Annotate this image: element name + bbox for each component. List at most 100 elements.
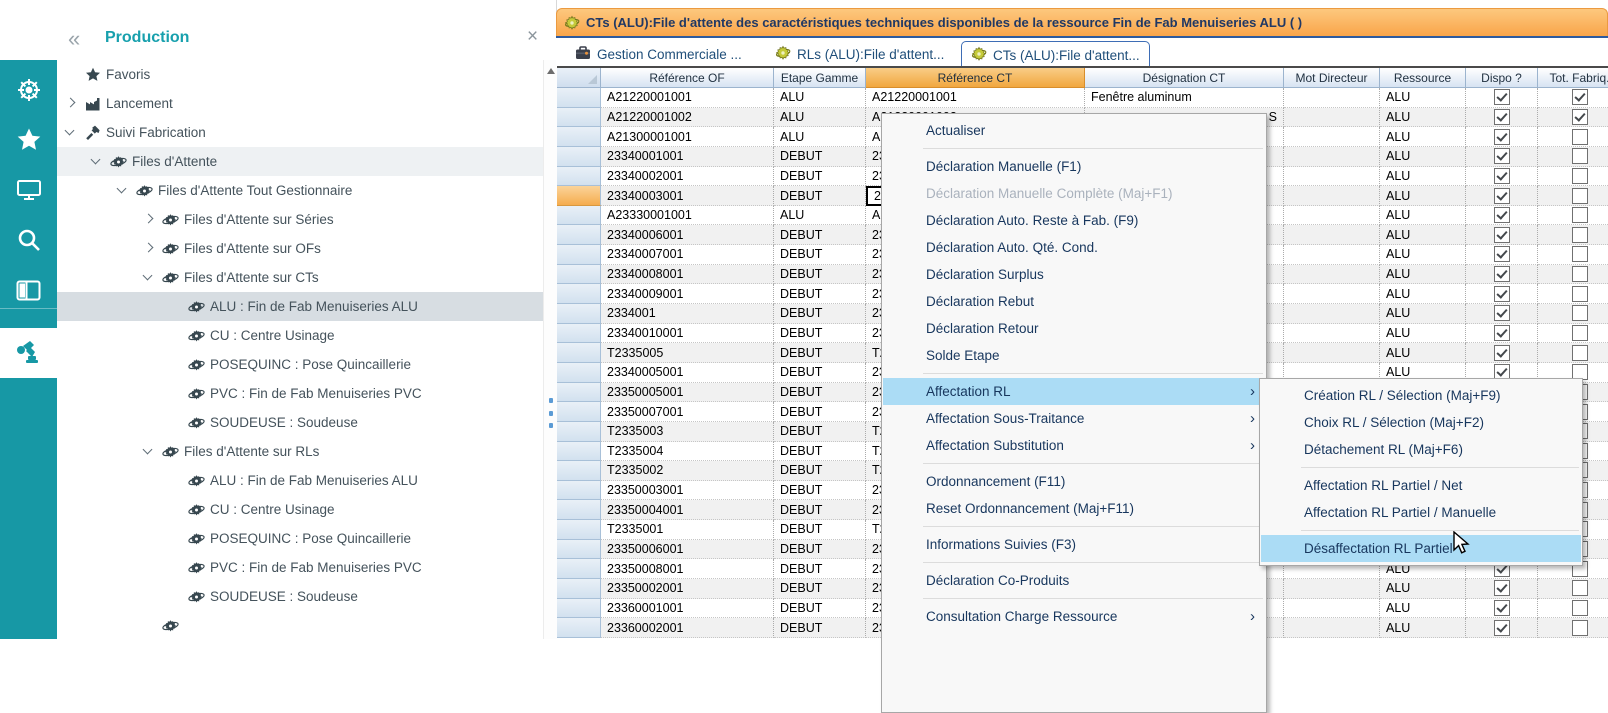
cell-dispo[interactable] bbox=[1466, 147, 1538, 167]
cell-ressource[interactable]: ALU bbox=[1380, 284, 1466, 304]
menu-item[interactable]: Informations Suivies (F3) bbox=[883, 531, 1265, 558]
scroll-up-arrow-icon[interactable] bbox=[547, 68, 555, 74]
menu-item[interactable]: Déclaration Retour bbox=[883, 315, 1265, 342]
cell-mot-directeur[interactable] bbox=[1284, 265, 1380, 285]
sidebar-item-monitor[interactable] bbox=[0, 167, 57, 217]
column-header[interactable]: Tot. Fabriq. bbox=[1538, 68, 1608, 88]
cell-tot-fabrique[interactable] bbox=[1538, 186, 1608, 206]
sidebar-item-search[interactable] bbox=[0, 217, 57, 267]
cell-mot-directeur[interactable] bbox=[1284, 579, 1380, 599]
tab-2[interactable]: RLs (ALU):File d'attent... bbox=[766, 41, 953, 67]
cell-reference-of[interactable]: A21220001001 bbox=[601, 88, 774, 108]
tree-item[interactable]: Files d'Attente bbox=[57, 147, 543, 176]
cell-ressource[interactable]: ALU bbox=[1380, 186, 1466, 206]
cell-tot-fabrique[interactable] bbox=[1538, 127, 1608, 147]
tree-item[interactable]: Files d'Attente Tout Gestionnaire bbox=[57, 176, 543, 205]
row-selector[interactable] bbox=[557, 324, 601, 344]
cell-etape-gamme[interactable]: DEBUT bbox=[774, 265, 866, 285]
dispo-checkbox[interactable] bbox=[1494, 89, 1510, 105]
menu-item[interactable]: Choix RL / Sélection (Maj+F2) bbox=[1261, 409, 1581, 436]
menu-item[interactable]: Déclaration Surplus bbox=[883, 261, 1265, 288]
cell-etape-gamme[interactable]: DEBUT bbox=[774, 245, 866, 265]
column-header[interactable]: Dispo ? bbox=[1466, 68, 1538, 88]
cell-dispo[interactable] bbox=[1466, 284, 1538, 304]
cell-etape-gamme[interactable]: DEBUT bbox=[774, 481, 866, 501]
cell-ressource[interactable]: ALU bbox=[1380, 343, 1466, 363]
cell-dispo[interactable] bbox=[1466, 343, 1538, 363]
cell-ressource[interactable]: ALU bbox=[1380, 265, 1466, 285]
cell-dispo[interactable] bbox=[1466, 618, 1538, 638]
row-selector[interactable] bbox=[557, 402, 601, 422]
menu-item[interactable]: Déclaration Rebut bbox=[883, 288, 1265, 315]
chevron-collapsed-icon[interactable] bbox=[143, 243, 154, 254]
cell-mot-directeur[interactable] bbox=[1284, 186, 1380, 206]
chevron-expanded-icon[interactable] bbox=[91, 156, 102, 167]
chevron-collapsed-icon[interactable] bbox=[65, 98, 76, 109]
tot-fabrique-checkbox[interactable] bbox=[1572, 580, 1588, 596]
cell-mot-directeur[interactable] bbox=[1284, 88, 1380, 108]
cell-ressource[interactable]: ALU bbox=[1380, 127, 1466, 147]
tot-fabrique-checkbox[interactable] bbox=[1572, 207, 1588, 223]
collapse-panel-icon[interactable]: « bbox=[68, 26, 80, 52]
tot-fabrique-checkbox[interactable] bbox=[1572, 168, 1588, 184]
sidebar-item-star[interactable] bbox=[0, 117, 57, 167]
menu-item[interactable]: Ordonnancement (F11) bbox=[883, 468, 1265, 495]
row-selector[interactable] bbox=[557, 442, 601, 462]
cell-etape-gamme[interactable]: ALU bbox=[774, 88, 866, 108]
cell-etape-gamme[interactable]: DEBUT bbox=[774, 225, 866, 245]
cell-ressource[interactable]: ALU bbox=[1380, 304, 1466, 324]
cell-reference-of[interactable]: A21220001002 bbox=[601, 108, 774, 128]
cell-etape-gamme[interactable]: DEBUT bbox=[774, 343, 866, 363]
cell-mot-directeur[interactable] bbox=[1284, 147, 1380, 167]
menu-item[interactable]: Déclaration Co-Produits bbox=[883, 567, 1265, 594]
cell-ressource[interactable]: ALU bbox=[1380, 147, 1466, 167]
cell-etape-gamme[interactable]: DEBUT bbox=[774, 422, 866, 442]
dispo-checkbox[interactable] bbox=[1494, 148, 1510, 164]
cell-mot-directeur[interactable] bbox=[1284, 284, 1380, 304]
menu-item[interactable]: Déclaration Manuelle (F1) bbox=[883, 153, 1265, 180]
row-selector[interactable] bbox=[557, 481, 601, 501]
cell-etape-gamme[interactable]: ALU bbox=[774, 127, 866, 147]
cell-etape-gamme[interactable]: DEBUT bbox=[774, 324, 866, 344]
cell-tot-fabrique[interactable] bbox=[1538, 304, 1608, 324]
row-selector[interactable] bbox=[557, 540, 601, 560]
cell-reference-of[interactable]: 23340006001 bbox=[601, 225, 774, 245]
cell-etape-gamme[interactable]: DEBUT bbox=[774, 363, 866, 383]
cell-dispo[interactable] bbox=[1466, 167, 1538, 187]
menu-item[interactable]: Solde Etape bbox=[883, 342, 1265, 369]
dispo-checkbox[interactable] bbox=[1494, 345, 1510, 361]
row-selector[interactable] bbox=[557, 520, 601, 540]
chevron-expanded-icon[interactable] bbox=[65, 127, 76, 138]
cell-tot-fabrique[interactable] bbox=[1538, 324, 1608, 344]
cell-dispo[interactable] bbox=[1466, 579, 1538, 599]
tot-fabrique-checkbox[interactable] bbox=[1572, 227, 1588, 243]
cell-etape-gamme[interactable]: DEBUT bbox=[774, 304, 866, 324]
row-selector[interactable] bbox=[557, 284, 601, 304]
dispo-checkbox[interactable] bbox=[1494, 168, 1510, 184]
cell-dispo[interactable] bbox=[1466, 245, 1538, 265]
cell-tot-fabrique[interactable] bbox=[1538, 265, 1608, 285]
tree-item[interactable]: Files d'Attente sur RLs bbox=[57, 437, 543, 466]
cell-reference-of[interactable]: 2334001 bbox=[601, 304, 774, 324]
tree-item[interactable]: PVC : Fin de Fab Menuiseries PVC bbox=[57, 553, 543, 582]
dispo-checkbox[interactable] bbox=[1494, 600, 1510, 616]
tree-item[interactable]: SOUDEUSE : Soudeuse bbox=[57, 408, 543, 437]
cell-mot-directeur[interactable] bbox=[1284, 343, 1380, 363]
cell-mot-directeur[interactable] bbox=[1284, 618, 1380, 638]
dispo-checkbox[interactable] bbox=[1494, 246, 1510, 262]
cell-reference-of[interactable]: T2335002 bbox=[601, 461, 774, 481]
tot-fabrique-checkbox[interactable] bbox=[1572, 266, 1588, 282]
tot-fabrique-checkbox[interactable] bbox=[1572, 129, 1588, 145]
cell-mot-directeur[interactable] bbox=[1284, 324, 1380, 344]
cell-ressource[interactable]: ALU bbox=[1380, 599, 1466, 619]
cell-etape-gamme[interactable]: ALU bbox=[774, 206, 866, 226]
cell-tot-fabrique[interactable] bbox=[1538, 167, 1608, 187]
row-selector[interactable] bbox=[557, 383, 601, 403]
menu-item[interactable]: Création RL / Sélection (Maj+F9) bbox=[1261, 382, 1581, 409]
tot-fabrique-checkbox[interactable] bbox=[1572, 620, 1588, 636]
column-header[interactable]: Référence OF bbox=[601, 68, 774, 88]
tree-item[interactable]: Suivi Fabrication bbox=[57, 118, 543, 147]
cell-tot-fabrique[interactable] bbox=[1538, 88, 1608, 108]
row-selector[interactable] bbox=[557, 88, 601, 108]
cell-reference-ct[interactable]: A21220001001 bbox=[866, 88, 1085, 108]
